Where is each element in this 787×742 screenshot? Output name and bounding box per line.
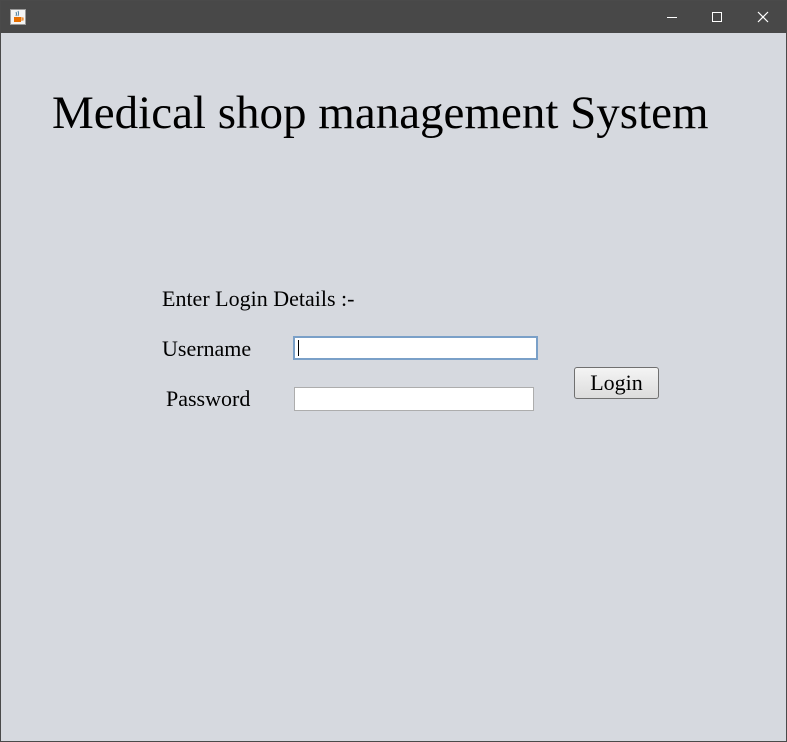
password-input[interactable] [294,387,534,411]
close-icon [757,11,769,23]
java-coffee-icon[interactable] [10,9,26,25]
text-caret [298,340,299,356]
maximize-icon [712,12,722,22]
app-window: Medical shop management System Enter Log… [0,0,787,742]
maximize-button[interactable] [694,1,740,33]
minimize-button[interactable] [649,1,695,33]
page-title: Medical shop management System [52,87,709,139]
password-label: Password [166,386,251,411]
username-label: Username [162,336,252,361]
close-button[interactable] [740,1,786,33]
minimize-icon [667,17,677,18]
login-prompt-label: Enter Login Details :- [162,286,355,311]
login-button[interactable]: Login [574,367,659,399]
username-input[interactable] [293,336,538,360]
title-bar[interactable] [1,1,786,33]
